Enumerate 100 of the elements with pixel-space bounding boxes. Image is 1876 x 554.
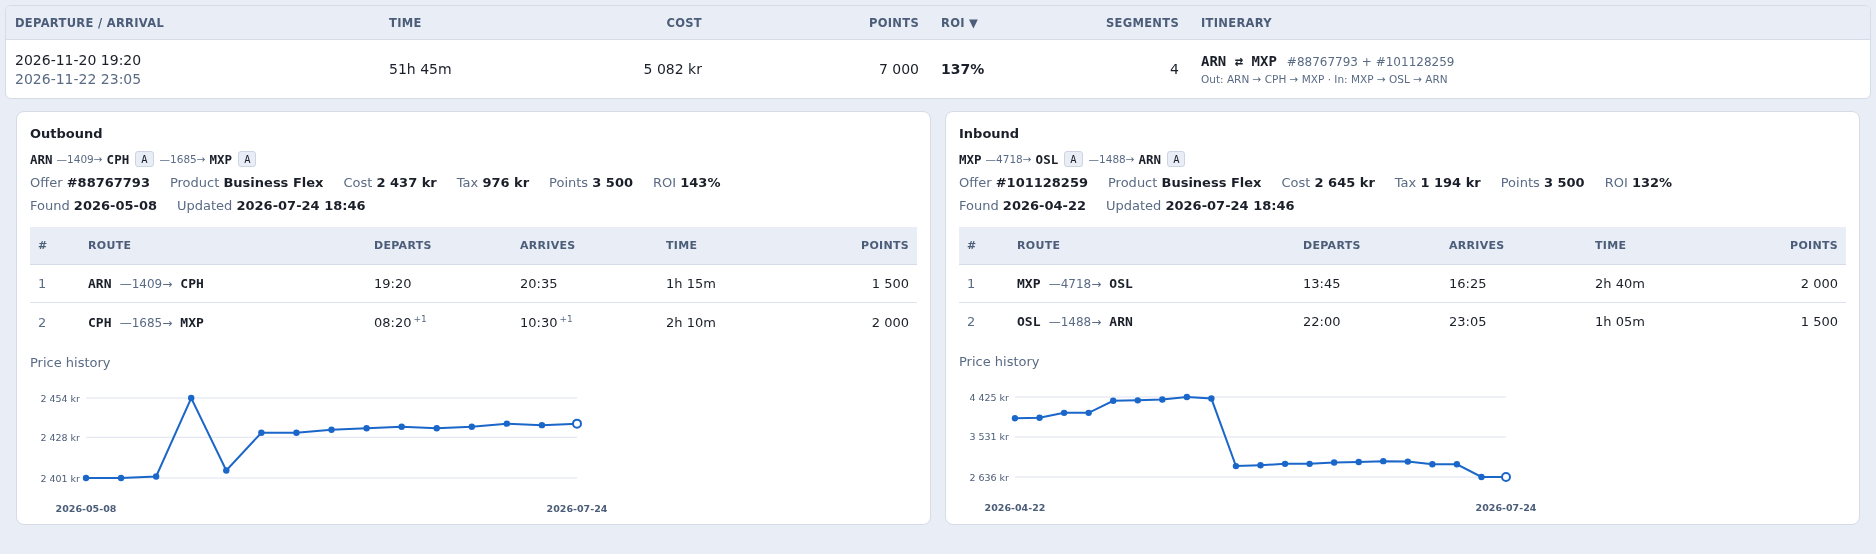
column-header: ROUTE bbox=[80, 227, 366, 265]
table-cell: 16:25 bbox=[1441, 264, 1587, 303]
row-number: 2 bbox=[959, 302, 1009, 340]
y-tick-label: 2 428 kr bbox=[40, 432, 80, 444]
price-point bbox=[1036, 414, 1043, 421]
route-cell: CPH —1685→ MXP bbox=[80, 302, 366, 342]
y-tick-label: 2 401 kr bbox=[40, 472, 80, 484]
price-point bbox=[1380, 457, 1387, 465]
airport-badge: A bbox=[1064, 151, 1083, 167]
flight-number: —4718→ bbox=[985, 153, 1032, 165]
column-header: TIME bbox=[658, 227, 804, 265]
price-point bbox=[503, 420, 511, 428]
price-point bbox=[433, 425, 440, 432]
table-cell: 5 082 kr bbox=[643, 61, 702, 77]
column-header: ARRIVES bbox=[1441, 227, 1587, 265]
x-tick-label: 2026-07-24 bbox=[546, 503, 608, 515]
table-cell: 1h 05m bbox=[1587, 302, 1733, 340]
table-cell: 2h 40m bbox=[1587, 264, 1733, 303]
arrival-time: 2026-11-22 23:05 bbox=[15, 70, 143, 87]
detail-fact: Updated 2026-07-24 18:46 bbox=[177, 198, 366, 213]
column-header: ARRIVES bbox=[512, 227, 658, 265]
chart-title: Price history bbox=[30, 355, 112, 371]
price-point bbox=[1404, 458, 1411, 465]
table-cell: 2 000 bbox=[804, 302, 917, 342]
table-cell: 137% bbox=[941, 61, 985, 77]
table-cell: 4 bbox=[1170, 61, 1179, 77]
route-cell: OSL —1488→ ARN bbox=[1009, 302, 1295, 340]
price-point bbox=[293, 429, 300, 437]
column-header: ROUTE bbox=[1009, 227, 1295, 265]
x-tick-label: 2026-04-22 bbox=[984, 502, 1046, 513]
detail-fact: ROI 143% bbox=[653, 175, 721, 190]
column-header: POINTS bbox=[867, 15, 920, 30]
flight-number: —1488→ bbox=[1088, 153, 1135, 165]
column-header: TIME bbox=[388, 15, 423, 30]
table-cell: 22:00 bbox=[1295, 302, 1441, 340]
price-point bbox=[1257, 462, 1264, 469]
departure-time: 2026-11-20 19:20 bbox=[15, 51, 143, 68]
flight-number: —1685→ bbox=[159, 153, 206, 165]
price-point bbox=[1306, 460, 1313, 468]
row-number: 1 bbox=[30, 264, 80, 303]
flight-number: —1409→ bbox=[56, 153, 103, 165]
detail-fact: Updated 2026-07-24 18:46 bbox=[1106, 198, 1295, 213]
table-cell: 13:45 bbox=[1295, 264, 1441, 303]
price-point bbox=[82, 475, 90, 482]
y-tick-label: 2 636 kr bbox=[969, 471, 1009, 483]
table-cell: 08:20$^{+1}$ bbox=[366, 302, 512, 342]
chart-title: Price history bbox=[959, 354, 1041, 369]
price-point bbox=[363, 425, 370, 432]
detail-fact: Tax 976 kr bbox=[456, 175, 530, 190]
column-header: SEGMENTS bbox=[1104, 15, 1180, 30]
price-point bbox=[1134, 397, 1141, 404]
detail-fact: Tax 1 194 kr bbox=[1394, 175, 1481, 190]
price-point bbox=[1208, 395, 1215, 402]
detail-fact: Points 3 500 bbox=[1500, 175, 1585, 190]
y-tick-label: 3 531 kr bbox=[969, 431, 1009, 443]
price-point bbox=[1281, 460, 1289, 468]
table-cell: 2h 10m bbox=[658, 302, 804, 342]
column-header: POINTS bbox=[804, 227, 917, 265]
table-cell: 7 000 bbox=[878, 61, 919, 77]
table-cell: 1h 15m bbox=[658, 264, 804, 303]
price-point bbox=[1429, 461, 1436, 468]
airport-badge: A bbox=[1167, 151, 1186, 167]
price-point bbox=[258, 429, 265, 437]
airport-code: OSL bbox=[1035, 151, 1059, 167]
price-point bbox=[1183, 393, 1191, 401]
column-header: # bbox=[30, 227, 80, 265]
price-point bbox=[538, 422, 546, 429]
column-header: # bbox=[959, 227, 1009, 265]
table-cell: 19:20 bbox=[366, 264, 512, 303]
price-point bbox=[1085, 409, 1092, 417]
price-point bbox=[398, 423, 405, 431]
price-point bbox=[468, 423, 475, 431]
airport-code: ARN bbox=[30, 151, 53, 167]
column-header: POINTS bbox=[1733, 227, 1846, 265]
price-point bbox=[1478, 473, 1485, 481]
airport-badge: A bbox=[238, 151, 257, 167]
price-point bbox=[1330, 459, 1338, 466]
detail-fact: Cost 2 437 kr bbox=[343, 175, 437, 190]
detail-fact: Offer #88767793 bbox=[30, 175, 150, 190]
airport-code: ARN bbox=[1138, 151, 1162, 167]
airport-code: CPH bbox=[106, 151, 130, 167]
card-title: Outbound bbox=[30, 126, 104, 141]
offer-ids: #88767793 + #101128259 bbox=[1286, 55, 1455, 69]
table-cell: 1 500 bbox=[804, 264, 917, 303]
detail-fact: Cost 2 645 kr bbox=[1281, 175, 1375, 190]
y-tick-label: 4 425 kr bbox=[969, 391, 1009, 403]
price-point bbox=[223, 467, 230, 474]
price-point bbox=[1232, 462, 1240, 470]
column-header: ITINERARY bbox=[1200, 15, 1273, 30]
detail-fact: Product Business Flex bbox=[1108, 175, 1262, 190]
table-cell: 1 500 bbox=[1733, 302, 1846, 340]
price-point bbox=[1011, 415, 1019, 422]
detail-fact: Points 3 500 bbox=[549, 175, 633, 190]
airport-code: MXP bbox=[959, 151, 982, 167]
column-header: DEPARTS bbox=[366, 227, 512, 265]
x-tick-label: 2026-05-08 bbox=[55, 503, 117, 515]
row-number: 1 bbox=[959, 264, 1009, 303]
column-header: TIME bbox=[1587, 227, 1733, 265]
table-cell: 23:05 bbox=[1441, 302, 1587, 340]
price-point bbox=[1159, 396, 1166, 403]
